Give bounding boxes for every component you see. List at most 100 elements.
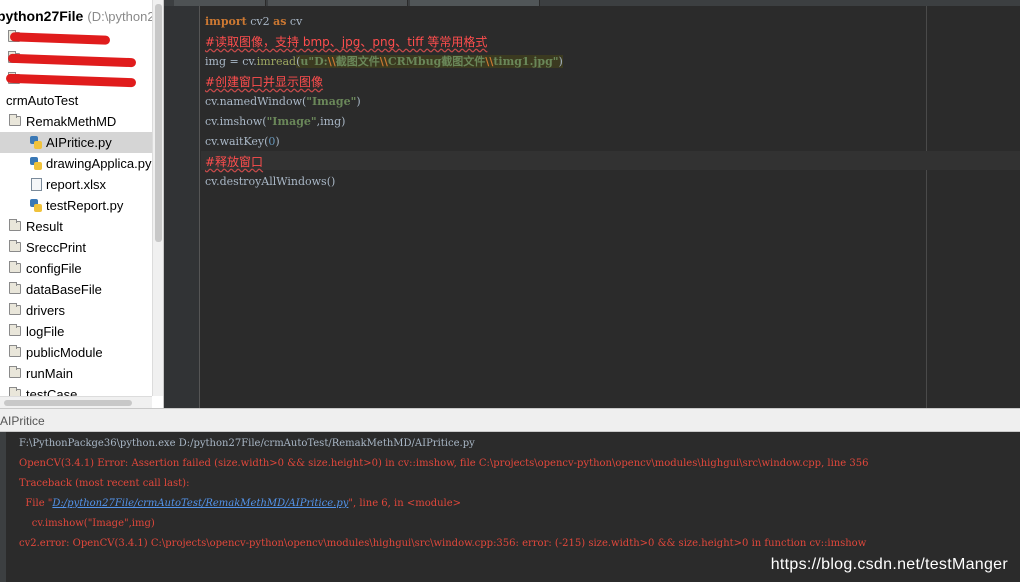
tree-item-label: crmAutoTest <box>6 93 79 108</box>
folder-icon <box>9 303 21 315</box>
tree-item-label: AIPritice.py <box>46 135 112 150</box>
console-error-line: OpenCV(3.4.1) Error: Assertion failed (s… <box>19 458 869 469</box>
string-literal: CRMbug截图文件 <box>387 55 486 68</box>
tree-item-label: drivers <box>26 303 66 318</box>
code-text: ,img) <box>316 115 346 128</box>
tree-item-label: drawingApplica.py <box>46 156 152 171</box>
code-line-1[interactable]: import cv2 as cv <box>205 12 302 32</box>
console-error-line: cv.imshow("Image",img) <box>19 518 155 529</box>
tree-item-databasefile[interactable]: dataBaseFile <box>0 279 152 300</box>
tree-item-configfile[interactable]: configFile <box>0 258 152 279</box>
tree-root-name: python27File <box>0 8 84 24</box>
tree-item-remakmethmd[interactable]: RemakMethMD <box>0 111 152 132</box>
code-line-3[interactable]: img = cv.imread(u"D:\\截图文件\\CRMbug截图文件\\… <box>205 52 563 72</box>
string-literal: "D: <box>308 55 328 68</box>
tree-item-redacted-2[interactable] <box>0 48 152 69</box>
current-line-highlight <box>201 151 1020 170</box>
tree-item-publicmodule[interactable]: publicModule <box>0 342 152 363</box>
spreadsheet-file-icon <box>31 178 42 191</box>
tree-vertical-scrollbar[interactable] <box>152 0 163 396</box>
function-name: imread <box>256 55 297 68</box>
string-literal: "Image" <box>306 95 357 108</box>
code-line-2[interactable]: #读取图像，支持 bmp、jpg、png、tiff 等常用格式 <box>205 32 487 52</box>
paren: () <box>326 175 336 188</box>
tree-horizontal-scrollbar[interactable] <box>0 396 152 408</box>
folder-icon <box>9 345 21 357</box>
tree-item-label: RemakMethMD <box>26 114 117 129</box>
redaction-mark <box>5 73 137 88</box>
tree-item-drivers[interactable]: drivers <box>0 300 152 321</box>
run-panel-title[interactable]: AIPritice <box>0 409 45 433</box>
run-panel-header: AIPritice <box>0 408 1020 432</box>
editor-tab-bar <box>164 0 1020 6</box>
code-line-9[interactable]: cv.destroyAllWindows() <box>205 172 335 192</box>
code-line-6[interactable]: cv.imshow("Image",img) <box>205 112 345 132</box>
editor-tab-active[interactable] <box>410 0 540 6</box>
folder-icon <box>9 261 21 273</box>
tree-item-redacted-1[interactable] <box>0 27 152 48</box>
folder-icon <box>9 219 21 231</box>
tree-item-label: logFile <box>26 324 65 339</box>
escape-sequence: \\ <box>327 55 336 68</box>
tree-item-label: Result <box>26 219 63 234</box>
code-comment: #读取图像，支持 bmp、jpg、png、tiff 等常用格式 <box>205 35 488 49</box>
tree-root[interactable]: python27File (D:\python27F <box>0 6 163 27</box>
python-file-icon <box>30 136 42 149</box>
editor-tab[interactable] <box>268 0 408 6</box>
code-text: (u"D:\\截图文件\\CRMbug截图文件\\timg1.jpg") <box>296 55 563 68</box>
code-editor[interactable]: import cv2 as cv #读取图像，支持 bmp、jpg、png、ti… <box>164 0 1020 408</box>
folder-icon <box>9 114 21 126</box>
redaction-mark <box>9 32 111 45</box>
tree-item-sreccprint[interactable]: SreccPrint <box>0 237 152 258</box>
tree-item-result[interactable]: Result <box>0 216 152 237</box>
escape-sequence: \\ <box>379 55 388 68</box>
module-name: cv2 <box>246 15 274 28</box>
tree-item-testreport[interactable]: testReport.py <box>0 195 152 216</box>
string-literal: 截图文件 <box>335 55 380 68</box>
python-file-icon <box>30 157 42 170</box>
project-tree-panel: python27File (D:\python27F crmAutoTest Re… <box>0 0 164 408</box>
code-line-7[interactable]: cv.waitKey(0) <box>205 132 280 152</box>
tree-item-report-xlsx[interactable]: report.xlsx <box>0 174 152 195</box>
project-tree: python27File (D:\python27F crmAutoTest Re… <box>0 6 163 405</box>
tree-item-label: publicModule <box>26 345 103 360</box>
string-literal: timg1.jpg" <box>493 55 559 68</box>
tree-item-aipritice[interactable]: AIPritice.py <box>0 132 152 153</box>
watermark-text: https://blog.csdn.net/testManger <box>770 556 1008 573</box>
redaction-mark <box>7 53 137 68</box>
code-comment: #创建窗口并显示图像 <box>205 75 324 89</box>
console-traceback-line: File "D:/python27File/crmAutoTest/RemakM… <box>19 494 461 514</box>
run-console[interactable]: F:\PythonPackge36\python.exe D:/python27… <box>0 432 1020 582</box>
tree-item-label: configFile <box>26 261 82 276</box>
line-number-gutter <box>164 6 200 408</box>
tree-item-logfile[interactable]: logFile <box>0 321 152 342</box>
tree-item-crmautotest[interactable]: crmAutoTest <box>0 90 152 111</box>
code-text: cv.namedWindow( <box>205 95 307 108</box>
tree-item-label: testReport.py <box>46 198 124 213</box>
alias-name: cv <box>286 15 303 28</box>
tree-item-redacted-3[interactable] <box>0 69 152 90</box>
traceback-file-link[interactable]: D:/python27File/crmAutoTest/RemakMethMD/… <box>52 498 348 509</box>
tree-item-drawingapplica[interactable]: drawingApplica.py <box>0 153 152 174</box>
folder-icon <box>9 324 21 336</box>
tree-item-runmain[interactable]: runMain <box>0 363 152 384</box>
scrollbar-thumb[interactable] <box>4 400 132 406</box>
console-text: File " <box>19 498 53 509</box>
folder-icon <box>9 366 21 378</box>
code-text: cv.waitKey( <box>205 135 269 148</box>
code-text: cv.destroyAllWindows <box>205 175 327 188</box>
right-margin-guide <box>926 6 927 408</box>
paren: ) <box>558 55 563 68</box>
code-text: img = cv. <box>205 55 257 68</box>
code-line-8[interactable]: #释放窗口 <box>205 152 263 172</box>
tree-item-label: runMain <box>26 366 73 381</box>
console-gutter <box>0 432 6 582</box>
code-line-5[interactable]: cv.namedWindow("Image") <box>205 92 361 112</box>
python-file-icon <box>30 199 42 212</box>
scrollbar-thumb[interactable] <box>155 4 162 242</box>
tree-item-label: dataBaseFile <box>26 282 102 297</box>
folder-icon <box>9 282 21 294</box>
code-line-4[interactable]: #创建窗口并显示图像 <box>205 72 323 92</box>
folder-icon <box>9 240 21 252</box>
tree-item-label: report.xlsx <box>46 177 106 192</box>
